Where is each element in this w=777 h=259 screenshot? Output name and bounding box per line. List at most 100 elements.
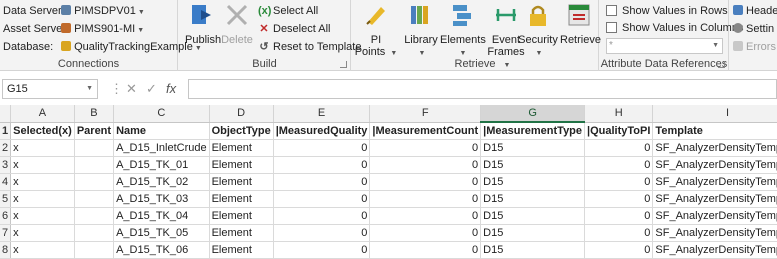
cell-d1[interactable]: ObjectType <box>209 122 274 140</box>
cell-h1[interactable]: |QualityToPI <box>584 122 654 140</box>
cell-a2[interactable]: x <box>10 139 75 157</box>
library-button[interactable]: Library ▼ <box>402 2 440 60</box>
cell-f5[interactable]: 0 <box>369 190 482 208</box>
cell-c7[interactable]: A_D15_TK_05 <box>113 224 210 242</box>
errors-button[interactable]: Errors <box>733 39 776 55</box>
cell-i1[interactable]: Template <box>652 122 777 140</box>
row-number[interactable]: 8 <box>0 241 12 259</box>
cell-d8[interactable]: Element <box>209 241 274 259</box>
cell-g1[interactable]: |MeasurementType <box>480 122 586 140</box>
cell-d2[interactable]: Element <box>209 139 274 157</box>
cell-e7[interactable]: 0 <box>273 224 371 242</box>
cell-i2[interactable]: SF_AnalyzerDensityTemplate <box>652 139 777 157</box>
cell-e1[interactable]: |MeasuredQuality <box>273 122 371 140</box>
cell-e6[interactable]: 0 <box>273 207 371 225</box>
delete-button[interactable]: Delete <box>221 2 253 46</box>
retrieve-button[interactable]: Retrieve <box>560 2 601 46</box>
cell-d5[interactable]: Element <box>209 190 274 208</box>
cell-f8[interactable]: 0 <box>369 241 482 259</box>
cell-g8[interactable]: D15 <box>480 241 586 259</box>
row-number[interactable]: 5 <box>0 190 12 208</box>
cell-e3[interactable]: 0 <box>273 156 371 174</box>
row-number[interactable]: 1 <box>0 122 12 140</box>
cell-b1[interactable]: Parent <box>74 122 115 140</box>
cell-e2[interactable]: 0 <box>273 139 371 157</box>
data-server-row[interactable]: Data Server: PIMSDPV01 ▼ <box>3 3 145 19</box>
cell-b3[interactable] <box>74 156 115 174</box>
cell-d3[interactable]: Element <box>209 156 274 174</box>
cell-h6[interactable]: 0 <box>584 207 654 225</box>
cell-h4[interactable]: 0 <box>584 173 654 191</box>
cell-g6[interactable]: D15 <box>480 207 586 225</box>
cell-a3[interactable]: x <box>10 156 75 174</box>
cell-a4[interactable]: x <box>10 173 75 191</box>
column-header-i[interactable]: I <box>652 105 777 123</box>
row-number[interactable]: 4 <box>0 173 12 191</box>
name-box[interactable]: G15 ▼ <box>2 79 98 99</box>
column-header-f[interactable]: F <box>369 105 482 123</box>
cancel-icon[interactable]: ✕ <box>126 79 137 99</box>
cell-b6[interactable] <box>74 207 115 225</box>
show-values-in-rows-checkbox[interactable]: Show Values in Rows <box>606 3 728 19</box>
cell-f2[interactable]: 0 <box>369 139 482 157</box>
security-button[interactable]: Security ▼ <box>518 2 558 60</box>
attribute-filter-dropdown[interactable]: * ▼ <box>606 38 723 54</box>
show-values-in-columns-checkbox[interactable]: Show Values in Columns <box>606 20 743 36</box>
cell-c1[interactable]: Name <box>113 122 210 140</box>
publish-button[interactable]: Publish <box>185 2 221 46</box>
column-header-e[interactable]: E <box>273 105 371 123</box>
cell-c5[interactable]: A_D15_TK_03 <box>113 190 210 208</box>
cell-f6[interactable]: 0 <box>369 207 482 225</box>
select-all-button[interactable]: (x) Select All <box>258 3 318 19</box>
insert-function-icon[interactable]: fx <box>166 79 176 99</box>
deselect-all-button[interactable]: ✕ Deselect All <box>258 21 330 37</box>
cell-i3[interactable]: SF_AnalyzerDensityTemplate <box>652 156 777 174</box>
cell-f4[interactable]: 0 <box>369 173 482 191</box>
cell-b8[interactable] <box>74 241 115 259</box>
row-number[interactable]: 3 <box>0 156 12 174</box>
cell-d7[interactable]: Element <box>209 224 274 242</box>
asset-server-row[interactable]: Asset Server: PIMS901-MI ▼ <box>3 21 144 37</box>
row-number[interactable]: 7 <box>0 224 12 242</box>
database-row[interactable]: Database: QualityTrackingExample ▼ <box>3 39 202 55</box>
cell-e5[interactable]: 0 <box>273 190 371 208</box>
cell-f7[interactable]: 0 <box>369 224 482 242</box>
database-dropdown[interactable]: QualityTrackingExample <box>74 39 193 55</box>
cell-i6[interactable]: SF_AnalyzerDensityTemplate <box>652 207 777 225</box>
cell-h7[interactable]: 0 <box>584 224 654 242</box>
row-number[interactable]: 2 <box>0 139 12 157</box>
cell-i5[interactable]: SF_AnalyzerDensityTemplate <box>652 190 777 208</box>
attribute-launcher-icon[interactable] <box>718 61 725 68</box>
cell-a6[interactable]: x <box>10 207 75 225</box>
column-header-a[interactable]: A <box>10 105 75 123</box>
formula-input[interactable] <box>188 79 777 99</box>
cell-i7[interactable]: SF_AnalyzerDensityTemplate <box>652 224 777 242</box>
cell-b4[interactable] <box>74 173 115 191</box>
enter-icon[interactable]: ✓ <box>146 79 157 99</box>
cell-a7[interactable]: x <box>10 224 75 242</box>
cell-b5[interactable] <box>74 190 115 208</box>
cell-d6[interactable]: Element <box>209 207 274 225</box>
asset-server-dropdown[interactable]: PIMS901-MI <box>74 21 135 37</box>
select-all-corner[interactable] <box>0 105 12 123</box>
cell-a5[interactable]: x <box>10 190 75 208</box>
row-number[interactable]: 6 <box>0 207 12 225</box>
elements-button[interactable]: Elements ▼ <box>440 2 486 60</box>
header-button[interactable]: Heade <box>733 3 777 19</box>
cell-e4[interactable]: 0 <box>273 173 371 191</box>
column-header-g[interactable]: G <box>480 105 586 123</box>
settings-button[interactable]: Settin <box>733 21 774 37</box>
cell-g3[interactable]: D15 <box>480 156 586 174</box>
cell-i8[interactable]: SF_AnalyzerDensityTemplate <box>652 241 777 259</box>
cell-a8[interactable]: x <box>10 241 75 259</box>
cell-f3[interactable]: 0 <box>369 156 482 174</box>
cell-h2[interactable]: 0 <box>584 139 654 157</box>
cell-d4[interactable]: Element <box>209 173 274 191</box>
cell-a1[interactable]: Selected(x) <box>10 122 75 140</box>
cell-b2[interactable] <box>74 139 115 157</box>
column-header-h[interactable]: H <box>584 105 654 123</box>
cell-b7[interactable] <box>74 224 115 242</box>
cell-g4[interactable]: D15 <box>480 173 586 191</box>
cell-g7[interactable]: D15 <box>480 224 586 242</box>
cell-e8[interactable]: 0 <box>273 241 371 259</box>
